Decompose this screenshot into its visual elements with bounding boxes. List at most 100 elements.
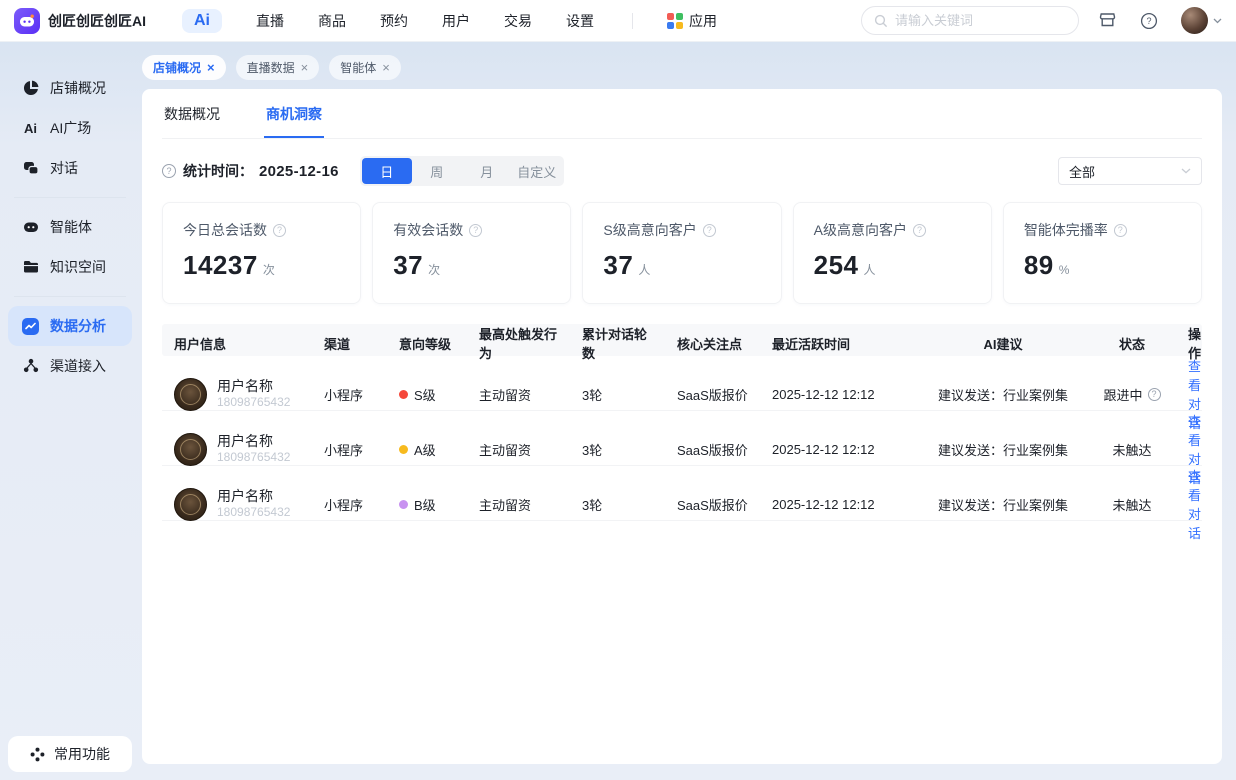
table-row: 用户名称 18098765432 小程序 S级 主动留资 3轮 SaaS版报价 … [162,356,1202,411]
period-day[interactable]: 日 [362,158,412,184]
nav-goods[interactable]: 商品 [318,11,346,31]
scope-dropdown[interactable]: 全部 [1058,157,1202,185]
user-avatar [174,378,207,411]
nav-ai-home[interactable]: Ai [182,9,222,33]
help-circle-icon[interactable]: ? [273,224,286,237]
stat-title: S级高意向客户 [603,220,696,240]
channel-cell: 小程序 [312,440,387,459]
sidebar-item-label: 对话 [50,158,78,178]
suggestion-cell: 建议发送：行业案例集 [918,385,1088,404]
stat-card-total-sessions: 今日总会话数? 14237次 [162,202,361,304]
nodes-icon [22,358,39,375]
nav-trade[interactable]: 交易 [504,11,532,31]
nav-booking[interactable]: 预约 [380,11,408,31]
search-icon [874,14,888,28]
tab-opportunity-insight[interactable]: 商机洞察 [264,89,324,138]
user-phone: 18098765432 [217,505,290,520]
channel-cell: 小程序 [312,385,387,404]
workspace-tab-agent[interactable]: 智能体 × [329,55,401,80]
focus-cell: SaaS版报价 [665,385,760,404]
help-icon[interactable]: ? [1139,11,1159,31]
view-conversation-link[interactable]: 查看对话 [1188,469,1201,541]
period-month[interactable]: 月 [462,158,512,184]
pie-chart-icon [22,80,39,97]
period-week[interactable]: 周 [412,158,462,184]
sidebar-item-label: AI广场 [50,118,91,138]
sidebar-item-label: 数据分析 [50,316,106,336]
sidebar-item-label: 渠道接入 [50,356,106,376]
stat-date[interactable]: 2025-12-16 [259,163,339,180]
tab-data-overview[interactable]: 数据概况 [162,89,222,138]
help-circle-icon[interactable]: ? [913,224,926,237]
help-circle-icon[interactable]: ? [469,224,482,237]
stat-title: 今日总会话数 [183,220,267,240]
stat-title: A级高意向客户 [814,220,907,240]
filter-row: ? 统计时间： 2025-12-16 日 周 月 自定义 全部 [162,156,1202,186]
scope-dropdown-value: 全部 [1069,162,1095,181]
nav-settings[interactable]: 设置 [566,11,594,31]
workspace-tab-shop-overview[interactable]: 店铺概况 × [142,55,226,80]
sidebar-item-analytics[interactable]: 数据分析 [8,306,132,346]
sidebar-common-functions[interactable]: 常用功能 [8,736,132,772]
close-icon[interactable]: × [301,61,309,74]
period-segmented-control: 日 周 月 自定义 [360,156,564,186]
workspace-tab-live-data[interactable]: 直播数据 × [236,55,320,80]
brand-name: 创匠创匠创匠AI [48,11,146,31]
stat-value: 37 [393,250,423,281]
stat-card-completion-rate: 智能体完播率? 89% [1003,202,1202,304]
col-dialog-rounds: 累计对话轮数 [570,324,665,362]
level-cell: A级 [387,440,467,459]
help-circle-icon[interactable]: ? [162,164,176,178]
sidebar-item-agents[interactable]: 智能体 [8,207,132,247]
user-name: 用户名称 [217,433,290,451]
chevron-down-icon [1181,168,1191,174]
opportunity-table: 用户信息 渠道 意向等级 最高处触发行为 累计对话轮数 核心关注点 最近活跃时间… [162,324,1202,521]
rounds-cell: 3轮 [570,495,665,514]
workspace-tabs: 店铺概况 × 直播数据 × 智能体 × [142,55,1222,80]
sidebar-item-shop-overview[interactable]: 店铺概况 [8,68,132,108]
stat-value: 89 [1024,250,1054,281]
help-circle-icon[interactable]: ? [1114,224,1127,237]
user-menu[interactable] [1181,7,1222,34]
sidebar-item-knowledge[interactable]: 知识空间 [8,247,132,287]
sidebar-divider [14,296,126,297]
search-input[interactable] [895,13,1045,28]
level-label: B级 [414,495,436,514]
period-custom[interactable]: 自定义 [512,158,562,184]
stat-time-label: 统计时间： [183,161,253,181]
focus-cell: SaaS版报价 [665,495,760,514]
level-dot [399,500,408,509]
nav-divider [632,13,633,29]
sidebar-item-ai-plaza[interactable]: Ai AI广场 [8,108,132,148]
brand[interactable]: 创匠创匠创匠AI [14,8,146,34]
nav-apps[interactable]: 应用 [667,11,717,31]
status-label: 未触达 [1112,440,1151,459]
sidebar-item-channels[interactable]: 渠道接入 [8,346,132,386]
sidebar: 店铺概况 Ai AI广场 对话 智能体 知识空间 [0,42,140,780]
sidebar-item-conversations[interactable]: 对话 [8,148,132,188]
svg-text:?: ? [1146,16,1151,26]
nav-live[interactable]: 直播 [256,11,284,31]
shop-icon[interactable] [1097,11,1117,31]
rounds-cell: 3轮 [570,385,665,404]
status-label: 跟进中 [1103,385,1142,404]
sidebar-item-label: 店铺概况 [50,78,106,98]
user-phone: 18098765432 [217,395,290,410]
apps-grid-icon [667,13,683,29]
chevron-down-icon [1213,18,1222,24]
col-status: 状态 [1088,334,1176,353]
stat-value: 14237 [183,250,258,281]
close-icon[interactable]: × [382,61,390,74]
nav-users[interactable]: 用户 [442,11,470,31]
stat-card-valid-sessions: 有效会话数? 37次 [372,202,571,304]
help-circle-icon[interactable]: ? [1148,388,1161,401]
apps-label: 应用 [689,11,717,31]
global-search[interactable] [861,6,1079,35]
table-row: 用户名称 18098765432 小程序 B级 主动留资 3轮 SaaS版报价 … [162,466,1202,521]
stat-card-s-level-customers: S级高意向客户? 37人 [582,202,781,304]
close-icon[interactable]: × [207,61,215,74]
col-channel: 渠道 [312,334,387,353]
workspace-tab-label: 直播数据 [247,59,295,76]
sidebar-divider [14,197,126,198]
help-circle-icon[interactable]: ? [703,224,716,237]
